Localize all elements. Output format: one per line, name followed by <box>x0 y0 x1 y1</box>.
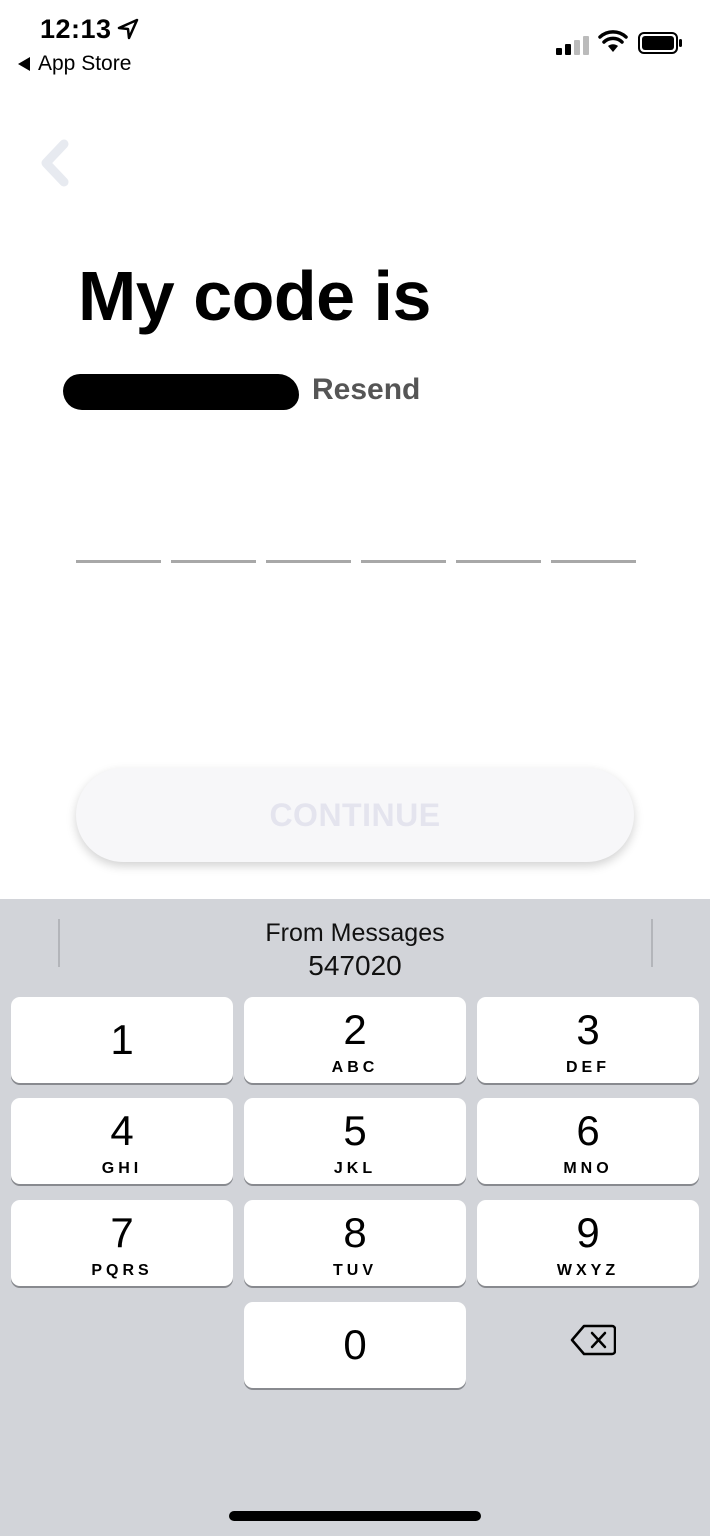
key-letters: WXYZ <box>556 1262 620 1279</box>
back-app-label: App Store <box>38 52 132 75</box>
code-slot[interactable] <box>551 560 636 563</box>
home-indicator[interactable] <box>229 1511 481 1521</box>
key-digit: 6 <box>576 1107 600 1154</box>
continue-button[interactable]: CONTINUE <box>76 768 634 862</box>
key-7[interactable]: 7 PQRS <box>11 1200 233 1286</box>
back-to-app-store[interactable]: App Store <box>18 52 131 76</box>
key-digit: 2 <box>343 1006 367 1053</box>
wifi-icon <box>598 30 628 52</box>
key-8[interactable]: 8 TUV <box>244 1200 466 1286</box>
back-triangle-icon <box>18 57 30 71</box>
code-slot[interactable] <box>171 560 256 563</box>
code-slot[interactable] <box>456 560 541 563</box>
key-digit: 8 <box>343 1209 367 1256</box>
key-letters: TUV <box>333 1262 377 1279</box>
code-slot[interactable] <box>361 560 446 563</box>
key-letters: GHI <box>101 1160 143 1177</box>
signal-icon <box>556 36 589 55</box>
code-input[interactable] <box>76 560 636 563</box>
code-slot[interactable] <box>76 560 161 563</box>
resend-button[interactable]: Resend <box>312 373 420 407</box>
status-time: 12:13 <box>40 14 112 44</box>
redacted-phone-number <box>63 374 299 410</box>
key-digit: 5 <box>343 1107 367 1154</box>
key-letters: MNO <box>563 1160 613 1177</box>
key-6[interactable]: 6 MNO <box>477 1098 699 1184</box>
key-digit: 1 <box>110 1016 134 1063</box>
numeric-keyboard: From Messages 547020 1 2 ABC 3 DEF 4 GHI… <box>0 899 710 1536</box>
key-digit: 9 <box>576 1209 600 1256</box>
suggestion-source: From Messages <box>265 919 445 947</box>
suggestion-code: 547020 <box>308 950 402 981</box>
key-1[interactable]: 1 <box>11 997 233 1083</box>
location-arrow-icon <box>117 18 139 40</box>
key-3[interactable]: 3 DEF <box>477 997 699 1083</box>
key-digit: 0 <box>343 1321 367 1368</box>
key-0[interactable]: 0 <box>244 1302 466 1388</box>
key-2[interactable]: 2 ABC <box>244 997 466 1083</box>
suggestion-divider <box>651 919 653 967</box>
key-digit: 4 <box>110 1107 134 1154</box>
key-letters: JKL <box>333 1160 377 1177</box>
key-letters: ABC <box>331 1059 379 1076</box>
delete-icon[interactable] <box>570 1323 616 1357</box>
code-slot[interactable] <box>266 560 351 563</box>
page-title: My code is <box>78 257 431 335</box>
chevron-left-icon[interactable] <box>34 138 74 188</box>
autofill-suggestion[interactable]: From Messages 547020 <box>60 917 650 983</box>
key-letters: DEF <box>566 1059 610 1076</box>
key-4[interactable]: 4 GHI <box>11 1098 233 1184</box>
battery-icon <box>638 32 682 54</box>
key-digit: 7 <box>110 1209 134 1256</box>
key-9[interactable]: 9 WXYZ <box>477 1200 699 1286</box>
key-5[interactable]: 5 JKL <box>244 1098 466 1184</box>
key-letters: PQRS <box>91 1262 153 1279</box>
key-digit: 3 <box>576 1006 600 1053</box>
